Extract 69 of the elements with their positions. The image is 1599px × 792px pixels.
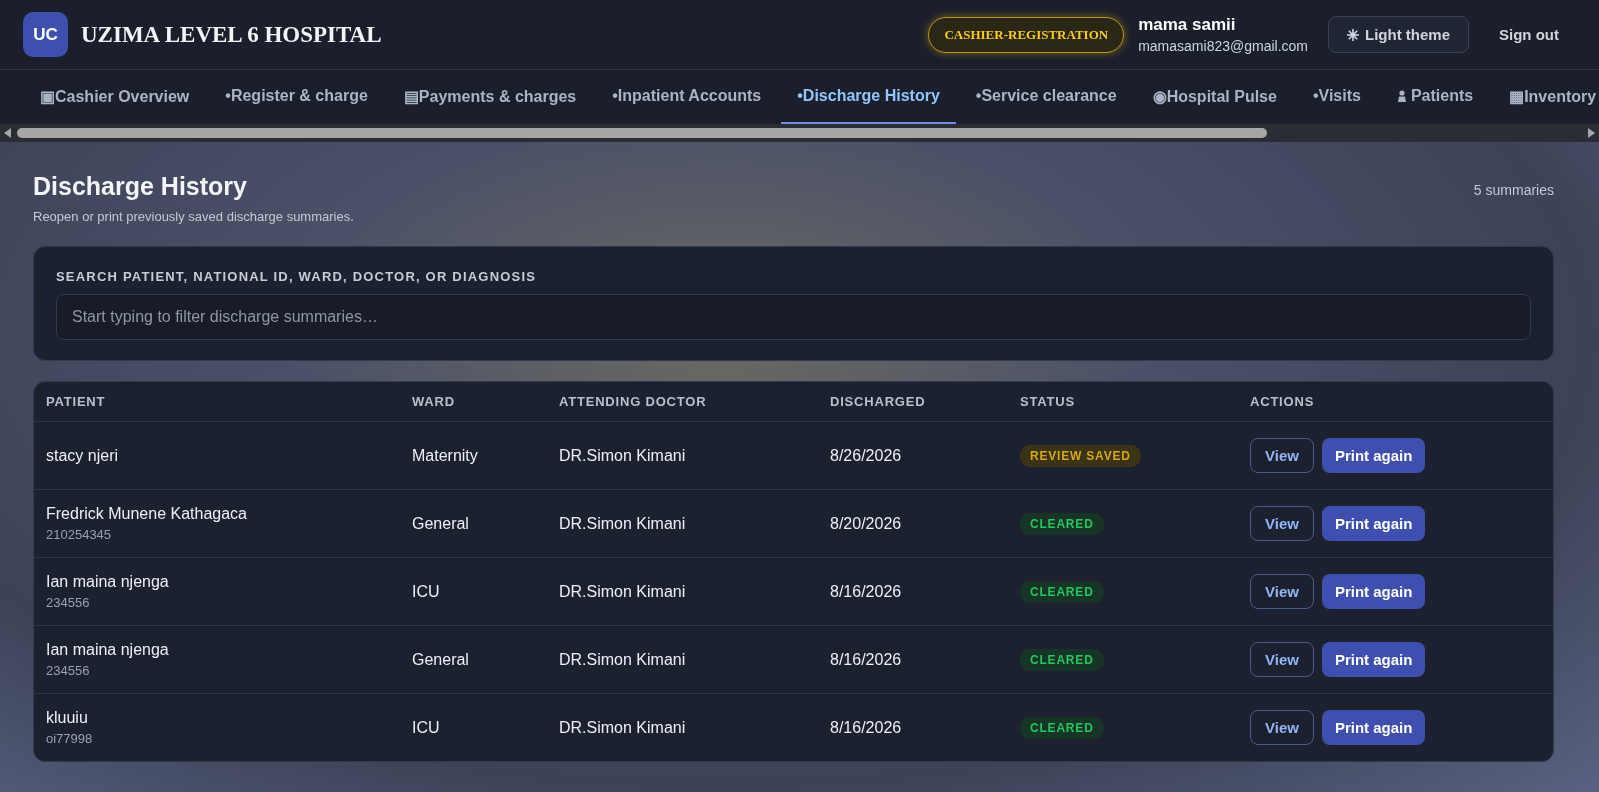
page-subtitle: Reopen or print previously saved discharge summaries. [33, 209, 354, 224]
column-header: STATUS [1020, 394, 1076, 409]
nav-tab[interactable]: •Register & charge [209, 70, 384, 124]
patient-name: stacy njeri [46, 446, 120, 465]
nav-tab[interactable]: ▤Payments & charges [387, 70, 593, 124]
patient-name: Fredrick Munene Kathagaca [46, 505, 248, 523]
doctor-cell: DR.Simon Kimani [559, 446, 686, 464]
nav-tab[interactable]: ◉Hospital Pulse [1136, 70, 1293, 124]
column-header: ACTIONS [1250, 394, 1316, 409]
column-header: PATIENT [46, 394, 107, 409]
print-again-button[interactable]: Print again [1321, 710, 1426, 745]
status-badge: CLEARED [1020, 512, 1104, 535]
user-email: mamasami823@gmail.com [1138, 38, 1308, 54]
doctor-cell: DR.Simon Kimani [559, 582, 686, 600]
patient-id: 210254345 [46, 527, 113, 542]
nav-tab[interactable]: •Inpatient Accounts [596, 70, 778, 124]
doctor-cell: DR.Simon Kimani [559, 514, 686, 532]
nav-tab[interactable]: Patients [1380, 70, 1490, 124]
date-cell: 8/16/2026 [830, 718, 902, 736]
nav-tab[interactable]: •Service clearance [959, 70, 1133, 124]
ward-cell: ICU [412, 582, 440, 600]
date-cell: 8/26/2026 [830, 446, 902, 464]
column-header: ATTENDING DOCTOR [559, 394, 708, 409]
view-button[interactable]: View [1250, 710, 1314, 745]
view-button[interactable]: View [1250, 438, 1314, 473]
sign-out-button[interactable]: Sign out [1483, 18, 1575, 51]
search-label: SEARCH PATIENT, NATIONAL ID, WARD, DOCTOR, OR DIAGNOSIS [56, 269, 538, 284]
print-again-button[interactable]: Print again [1321, 574, 1426, 609]
ward-cell: General [412, 650, 469, 668]
status-badge: CLEARED [1020, 648, 1104, 671]
page-title: Discharge History [33, 172, 248, 201]
print-again-button[interactable]: Print again [1321, 642, 1426, 677]
nav-tab[interactable]: ▣Cashier Overview [24, 70, 206, 124]
patient-id: oi77998 [46, 731, 94, 746]
nav-tab[interactable]: ▦Inventory [1493, 70, 1599, 124]
view-button[interactable]: View [1250, 574, 1314, 609]
role-badge: CASHIER-REGISTRATION [928, 16, 1125, 53]
ward-cell: ICU [412, 718, 440, 736]
search-field[interactable]: Start typing to filter discharge summaries… [56, 294, 1531, 340]
patient-id: 234556 [46, 663, 91, 678]
ward-cell: Maternity [412, 446, 478, 464]
ward-cell: General [412, 514, 469, 532]
hospital-title: UZIMA LEVEL 6 HOSPITAL [81, 21, 382, 48]
date-cell: 8/16/2026 [830, 650, 902, 668]
summary-count: 5 summaries [1473, 182, 1554, 198]
status-badge: REVIEW SAVED [1020, 444, 1141, 467]
person-icon [1396, 90, 1407, 102]
user-name: mama samii [1138, 15, 1237, 35]
print-again-button[interactable]: Print again [1321, 438, 1426, 473]
status-badge: CLEARED [1020, 716, 1104, 739]
logo-badge: UC [23, 12, 68, 57]
column-header: DISCHARGED [830, 394, 927, 409]
scrollbar[interactable] [0, 124, 1599, 142]
view-button[interactable]: View [1250, 642, 1314, 677]
status-badge: CLEARED [1020, 580, 1104, 603]
patient-name: kluuiu [46, 709, 89, 727]
column-header: WARD [412, 394, 456, 409]
print-again-button[interactable]: Print again [1321, 506, 1426, 541]
date-cell: 8/16/2026 [830, 582, 902, 600]
view-button[interactable]: View [1250, 506, 1314, 541]
patient-name: Ian maina njenga [46, 641, 170, 659]
doctor-cell: DR.Simon Kimani [559, 718, 686, 736]
patient-name: Ian maina njenga [46, 573, 170, 591]
nav-tab[interactable]: •Visits [1296, 70, 1377, 124]
sun-icon [1347, 28, 1359, 41]
doctor-cell: DR.Simon Kimani [559, 650, 686, 668]
date-cell: 8/20/2026 [830, 514, 902, 532]
theme-button[interactable]: Light theme [1328, 16, 1469, 53]
patient-id: 234556 [46, 595, 91, 610]
